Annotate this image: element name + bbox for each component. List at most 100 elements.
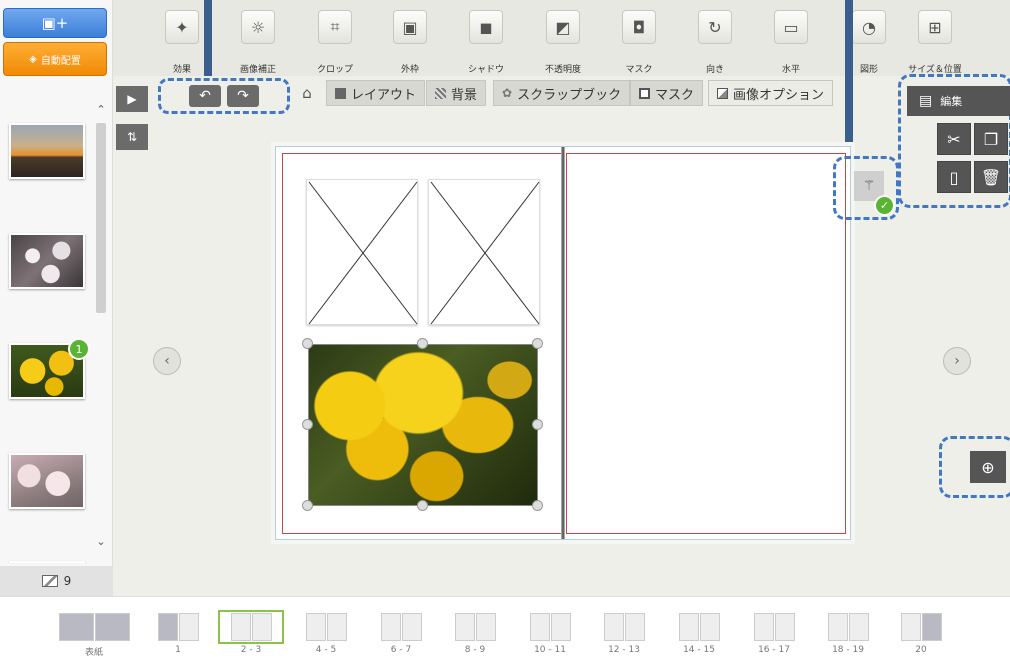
sort-button[interactable]: ⇅ [116, 124, 148, 150]
photo-count-value: 9 [63, 574, 72, 588]
page-item[interactable]: 8 - 9 [445, 613, 505, 655]
page-item[interactable]: 16 - 17 [744, 613, 804, 655]
photo-count: 9 [0, 566, 113, 596]
tool-crop[interactable]: ⌗ クロップ [306, 10, 364, 76]
expand-panel-button[interactable]: ▶ [116, 86, 148, 112]
resize-handle[interactable] [302, 338, 313, 349]
scroll-thumb[interactable] [96, 123, 106, 313]
page-item[interactable]: 10 - 11 [520, 613, 580, 655]
frame-icon: ▣ [393, 10, 427, 44]
tab-scrapbook[interactable]: ✿ スクラップブック [493, 80, 631, 106]
magic-wand-icon: ⚚ [862, 178, 876, 194]
tool-shadow[interactable]: ◼ シャドウ [457, 10, 515, 76]
undo-redo-group: ↶ ↷ [158, 78, 290, 114]
tab-background[interactable]: 背景 [426, 80, 487, 106]
page-item[interactable]: 12 - 13 [594, 613, 654, 655]
photo-list-scrollbar[interactable]: ⌃ ⌄ [94, 93, 108, 563]
page-item-cover[interactable]: 表紙 [58, 613, 130, 658]
copy-icon: ❐ [983, 129, 999, 149]
delete-button[interactable]: 🗑 [974, 161, 1008, 193]
page-label: 18 - 19 [832, 645, 864, 655]
tab-label: 画像オプション [733, 87, 825, 103]
tool-frame[interactable]: ▣ 外枠 [381, 10, 439, 76]
tool-rotate[interactable]: ↻ 向き [686, 10, 744, 76]
photo-panel: ▣ + ◈ 自動配置 1 ⌃ ⌄ 9 [0, 0, 113, 596]
opacity-icon: ◩ [546, 10, 580, 44]
undo-button[interactable]: ↶ [189, 85, 221, 107]
chevron-right-icon: › [954, 353, 960, 369]
resize-handle[interactable] [532, 338, 543, 349]
empty-placeholder-x-icon [308, 181, 418, 325]
photo-thumbnail[interactable] [9, 453, 85, 509]
page-label: 1 [175, 645, 181, 655]
scroll-up-icon[interactable]: ⌃ [94, 103, 108, 117]
tab-mask[interactable]: マスク [630, 80, 704, 106]
previous-page-button[interactable]: ‹ [153, 347, 181, 375]
tool-image-correction[interactable]: ☼ 画像補正 [229, 10, 287, 76]
tool-size-position[interactable]: ⊞ サイズ＆位置 [906, 10, 964, 76]
resize-handle[interactable] [417, 338, 428, 349]
page-item[interactable]: 14 - 15 [669, 613, 729, 655]
copy-button[interactable]: ❐ [974, 123, 1008, 155]
resize-handle[interactable] [302, 419, 313, 430]
image-icon [717, 87, 728, 99]
callout-pointer [204, 0, 212, 76]
page-label: 8 - 9 [464, 645, 486, 655]
page-item[interactable]: 20 [891, 613, 951, 655]
edit-title: 編集 [940, 95, 963, 108]
add-photo-button[interactable]: ▣ + [3, 8, 107, 38]
redo-button[interactable]: ↷ [227, 85, 259, 107]
tool-level[interactable]: ▭ 水平 [762, 10, 820, 76]
page-item[interactable]: 4 - 5 [296, 613, 356, 655]
tool-label: マスク [625, 65, 653, 75]
empty-placeholder-x-icon [430, 181, 540, 325]
tab-label: マスク [655, 87, 695, 103]
page-label: 16 - 17 [758, 645, 790, 655]
shape-icon: ◔ [852, 10, 886, 44]
effect-icon: ✦ [165, 10, 199, 44]
resize-handle[interactable] [532, 500, 543, 511]
tool-opacity[interactable]: ◩ 不透明度 [534, 10, 592, 76]
selected-photo-frame[interactable] [308, 344, 538, 506]
next-page-button[interactable]: › [943, 347, 971, 375]
resize-handle[interactable] [302, 500, 313, 511]
resize-handle[interactable] [417, 500, 428, 511]
page-label: 20 [915, 645, 927, 655]
background-icon [435, 87, 446, 99]
spine [561, 147, 565, 539]
home-icon[interactable]: ⌂ [296, 82, 318, 104]
tool-label: 画像補正 [239, 65, 276, 75]
page-item[interactable]: 6 - 7 [371, 613, 431, 655]
paste-button[interactable]: ▯ [937, 161, 971, 193]
tab-image-options[interactable]: 画像オプション [708, 80, 834, 106]
trash-icon: 🗑 [980, 167, 1002, 187]
auto-place-button[interactable]: ◈ 自動配置 [3, 42, 107, 76]
empty-photo-placeholder[interactable] [428, 179, 540, 325]
scissors-icon: ✂ [947, 129, 961, 149]
cut-button[interactable]: ✂ [937, 123, 971, 155]
scroll-down-icon[interactable]: ⌄ [94, 535, 108, 549]
page-item[interactable]: 1 [148, 613, 208, 655]
photo-list: 1 [0, 93, 94, 563]
used-count-badge: 1 [68, 338, 90, 360]
tool-effect[interactable]: ✦ 効果 [153, 10, 211, 76]
tab-label: 背景 [451, 87, 478, 103]
photo-thumbnail[interactable] [9, 561, 85, 563]
chevron-left-icon: ‹ [164, 353, 170, 369]
photo-thumbnail[interactable] [9, 123, 85, 179]
tool-mask[interactable]: ◘ マスク [610, 10, 668, 76]
page-label: 6 - 7 [390, 645, 412, 655]
page-item[interactable]: 18 - 19 [818, 613, 878, 655]
resize-handle[interactable] [532, 419, 543, 430]
add-photo-label: + [55, 14, 69, 32]
tab-layout[interactable]: レイアウト [326, 80, 426, 106]
empty-photo-placeholder[interactable] [306, 179, 418, 325]
page-label: 表紙 [84, 648, 103, 658]
auto-place-icon: ◈ [29, 53, 37, 65]
scrapbook-icon: ✿ [502, 86, 513, 100]
photo-thumbnail[interactable] [9, 233, 85, 289]
size-position-icon: ⊞ [918, 10, 952, 44]
photos-icon: ▣ [41, 14, 56, 32]
zoom-button[interactable]: ⊕ [970, 451, 1006, 483]
page-item-selected[interactable]: 2 - 3 [218, 610, 284, 655]
